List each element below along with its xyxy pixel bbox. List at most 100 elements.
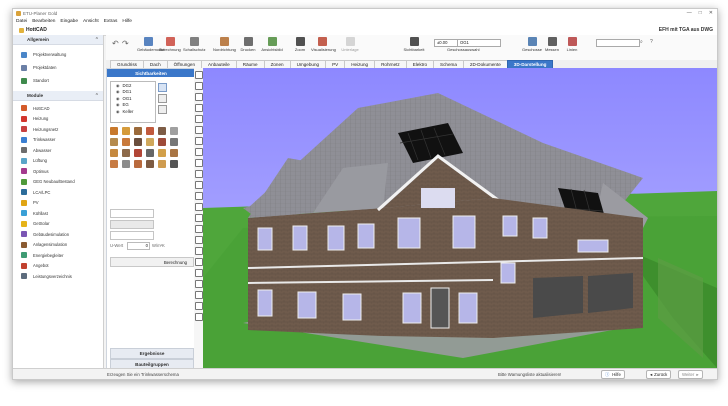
nav-item[interactable]: Trinkwasser bbox=[13, 135, 103, 146]
ribbon-button[interactable]: Berechnung bbox=[159, 37, 181, 52]
search-input[interactable] bbox=[596, 39, 640, 47]
component-tool-icon[interactable] bbox=[134, 160, 142, 168]
back-button[interactable]: ◂ Zurück bbox=[646, 370, 672, 379]
component-tool-icon[interactable] bbox=[122, 138, 130, 146]
ribbon-button[interactable]: Gebäudemodul bbox=[137, 37, 164, 52]
tab-2d-dokumente[interactable]: 2D-Dokumente bbox=[462, 60, 508, 68]
ribbon-button[interactable]: Geschosse bbox=[521, 37, 543, 52]
component-tool-icon[interactable] bbox=[110, 160, 118, 168]
view-tool-icon[interactable] bbox=[194, 235, 203, 244]
close-button[interactable]: ✕ bbox=[709, 10, 713, 16]
ribbon-button[interactable]: Zoom bbox=[289, 37, 311, 52]
undo-icon[interactable]: ↶ bbox=[112, 39, 119, 48]
view-tool-icon[interactable] bbox=[194, 70, 203, 79]
view-tool-icon[interactable] bbox=[194, 213, 203, 222]
component-tool-icon[interactable] bbox=[158, 149, 166, 157]
component-tool-icon[interactable] bbox=[146, 127, 154, 135]
filter-icon[interactable] bbox=[158, 105, 167, 114]
tab-pv[interactable]: PV bbox=[325, 60, 346, 68]
tab-dach[interactable]: Dach bbox=[142, 60, 168, 68]
help-icon[interactable]: ? bbox=[650, 39, 653, 45]
ribbon-button[interactable]: Linien bbox=[561, 37, 583, 52]
tab-3d-darstellung[interactable]: 3D-Darstellung bbox=[506, 60, 554, 68]
component-tool-icon[interactable] bbox=[146, 138, 154, 146]
view-tool-icon[interactable] bbox=[194, 257, 203, 266]
ribbon-button[interactable]: Drucken bbox=[237, 37, 259, 52]
view-tool-icon[interactable] bbox=[194, 92, 203, 101]
menu-ansicht[interactable]: Ansicht bbox=[83, 19, 99, 24]
component-tool-icon[interactable] bbox=[134, 127, 142, 135]
view-tool-icon[interactable] bbox=[194, 103, 203, 112]
collapse-icon[interactable]: ⌃ bbox=[95, 37, 99, 43]
nav-item[interactable]: Kühllast bbox=[13, 208, 103, 219]
view-tool-icon[interactable] bbox=[194, 279, 203, 288]
nav-item[interactable]: Projektverwaltung bbox=[13, 48, 103, 61]
collapse-icon[interactable]: ⌃ bbox=[95, 93, 99, 99]
component-tool-icon[interactable] bbox=[110, 138, 118, 146]
tab-heizung[interactable]: Heizung bbox=[344, 60, 376, 68]
ribbon-button[interactable]: Sichtbarkeit bbox=[403, 37, 425, 52]
view-tool-icon[interactable] bbox=[194, 81, 203, 90]
tab-rohrnetz[interactable]: Rohrnetz bbox=[374, 60, 407, 68]
view-tool-icon[interactable] bbox=[194, 290, 203, 299]
component-tool-icon[interactable] bbox=[122, 149, 130, 157]
help-button[interactable]: ⓘ Hilfe bbox=[601, 370, 625, 379]
nav-item[interactable]: Projektdaten bbox=[13, 61, 103, 74]
component-tool-icon[interactable] bbox=[134, 149, 142, 157]
value-field[interactable] bbox=[110, 220, 154, 229]
nav-item[interactable]: LCA/LPC bbox=[13, 187, 103, 198]
dropdown-field[interactable] bbox=[110, 209, 154, 218]
ribbon-button[interactable]: Messen bbox=[541, 37, 563, 52]
nav-item[interactable]: Energiebegleiter bbox=[13, 250, 103, 261]
uwert-input[interactable]: 0 bbox=[127, 242, 150, 250]
nav-item[interactable]: Leistungsverzeichnis bbox=[13, 271, 103, 282]
component-tool-icon[interactable] bbox=[122, 127, 130, 135]
view-tool-icon[interactable] bbox=[194, 202, 203, 211]
select-all-icon[interactable] bbox=[158, 83, 167, 92]
nav-item[interactable]: GEG Neubau/Bestand bbox=[13, 177, 103, 188]
menu-eingabe[interactable]: Eingabe bbox=[60, 19, 78, 24]
component-tool-icon[interactable] bbox=[146, 160, 154, 168]
component-tool-icon[interactable] bbox=[170, 149, 178, 157]
height-input[interactable]: ±0.00 bbox=[434, 39, 458, 47]
3d-viewport[interactable] bbox=[203, 68, 717, 369]
nav-item[interactable]: Standort bbox=[13, 74, 103, 87]
layers-icon[interactable] bbox=[158, 94, 167, 103]
nav-item[interactable]: Lüftung bbox=[13, 156, 103, 167]
nav-item[interactable]: HottCAD bbox=[13, 103, 103, 114]
search-icon[interactable]: ⌕ bbox=[640, 39, 643, 45]
ribbon-button[interactable]: Ansichtsbild bbox=[261, 37, 283, 52]
nav-item[interactable]: Gebäudesimulation bbox=[13, 229, 103, 240]
section-module[interactable]: Module ⌃ bbox=[13, 91, 103, 101]
nav-item[interactable]: GetSolar bbox=[13, 219, 103, 230]
component-tool-icon[interactable] bbox=[170, 138, 178, 146]
nav-item[interactable]: Heizungsnetz bbox=[13, 124, 103, 135]
component-tool-icon[interactable] bbox=[134, 138, 142, 146]
view-tool-icon[interactable] bbox=[194, 301, 203, 310]
ribbon-button[interactable]: Nordrichtung bbox=[213, 37, 236, 52]
view-tool-icon[interactable] bbox=[194, 312, 203, 321]
view-tool-icon[interactable] bbox=[194, 246, 203, 255]
view-tool-icon[interactable] bbox=[194, 158, 203, 167]
ribbon-button[interactable]: Unterlage bbox=[339, 37, 361, 52]
component-tool-icon[interactable] bbox=[170, 127, 178, 135]
view-tool-icon[interactable] bbox=[194, 147, 203, 156]
view-tool-icon[interactable] bbox=[194, 191, 203, 200]
ribbon-button[interactable]: Schallschutz bbox=[183, 37, 205, 52]
component-tool-icon[interactable] bbox=[158, 127, 166, 135]
view-tool-icon[interactable] bbox=[194, 268, 203, 277]
tab-elektro[interactable]: Elektro bbox=[405, 60, 435, 68]
ribbon-button[interactable]: Visualisierung bbox=[311, 37, 336, 52]
menu-bearbeiten[interactable]: Bearbeiten bbox=[32, 19, 55, 24]
tab-zonen[interactable]: Zonen bbox=[263, 60, 291, 68]
document-name[interactable]: HottCAD bbox=[26, 27, 47, 33]
view-tool-icon[interactable] bbox=[194, 125, 203, 134]
tab-schema[interactable]: Schema bbox=[433, 60, 464, 68]
component-tool-icon[interactable] bbox=[158, 138, 166, 146]
view-tool-icon[interactable] bbox=[194, 180, 203, 189]
nav-item[interactable]: PV bbox=[13, 198, 103, 209]
tab-anbauteile[interactable]: Anbauteile bbox=[201, 60, 237, 68]
component-tool-icon[interactable] bbox=[146, 149, 154, 157]
results-button[interactable]: Ergebnisse bbox=[110, 348, 194, 359]
menu-datei[interactable]: Datei bbox=[16, 19, 27, 24]
